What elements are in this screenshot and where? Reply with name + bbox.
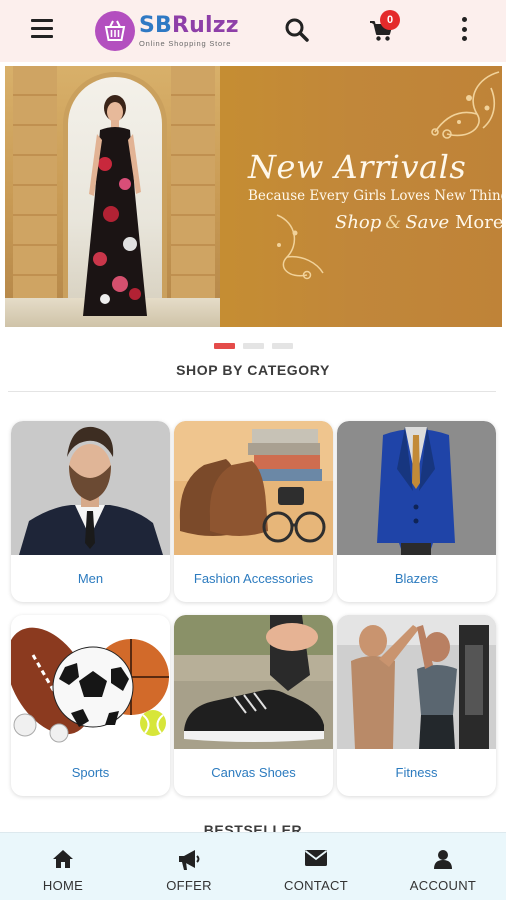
nav-item-offer[interactable]: OFFER: [126, 833, 252, 900]
category-label: Canvas Shoes: [211, 765, 296, 780]
slide-dot-3[interactable]: [272, 343, 293, 349]
category-image-blazers: [337, 421, 496, 555]
nav-item-contact[interactable]: CONTACT: [253, 833, 379, 900]
search-icon[interactable]: [284, 17, 310, 43]
category-image-men: [11, 421, 170, 555]
section-title-shop-by-category: SHOP BY CATEGORY: [176, 362, 330, 378]
app-header: SBRulzz Online Shopping Store 0: [0, 0, 506, 62]
nav-label: CONTACT: [284, 878, 348, 893]
model-figure: [83, 95, 147, 316]
category-image-canvas-shoes: [174, 615, 333, 749]
nav-item-account[interactable]: ACCOUNT: [380, 833, 506, 900]
category-card-fitness[interactable]: Fitness: [337, 615, 496, 796]
cart-count-badge: 0: [380, 10, 400, 30]
category-image-fitness: [337, 615, 496, 749]
category-image-fashion-accessories: [174, 421, 333, 555]
nav-label: HOME: [42, 878, 84, 893]
nav-label: OFFER: [166, 878, 212, 893]
category-label: Blazers: [394, 571, 439, 586]
more-vertical-icon[interactable]: [457, 17, 471, 41]
brand-tagline: Online Shopping Store: [139, 38, 232, 48]
banner-photo: [5, 66, 220, 327]
category-card-canvas-shoes[interactable]: Canvas Shoes: [174, 615, 333, 796]
promo-banner[interactable]: New Arrivals Because Every Girls Loves N…: [5, 66, 502, 327]
category-label: Men: [77, 571, 104, 586]
home-icon: [53, 850, 73, 868]
shopping-basket-icon: [95, 11, 135, 51]
category-image-sports: [11, 615, 170, 749]
category-card-men[interactable]: Men: [11, 421, 170, 602]
envelope-icon: [304, 850, 328, 866]
category-card-fashion-accessories[interactable]: Fashion Accessories: [174, 421, 333, 602]
slide-dot-1[interactable]: [214, 343, 235, 349]
nav-label: ACCOUNT: [409, 878, 477, 893]
floral-ornament-icon: [276, 214, 324, 280]
banner-subtitle: Because Every Girls Loves New Things: [248, 188, 502, 204]
category-label: Fitness: [395, 765, 438, 780]
category-card-blazers[interactable]: Blazers: [337, 421, 496, 602]
user-icon: [434, 850, 452, 869]
brand-logo[interactable]: SBRulzz Online Shopping Store: [95, 11, 239, 51]
megaphone-icon: [179, 850, 200, 870]
brand-name: SBRulzz: [139, 12, 239, 38]
category-card-sports[interactable]: Sports: [11, 615, 170, 796]
banner-title: New Arrivals: [248, 148, 467, 186]
banner-pagination: [214, 343, 293, 349]
category-label: Sports: [71, 765, 110, 780]
floral-ornament-icon: [431, 71, 500, 139]
hamburger-menu-icon[interactable]: [31, 19, 53, 39]
banner-cta: Shop & Save More: [335, 212, 502, 233]
nav-item-home[interactable]: HOME: [0, 833, 126, 900]
bottom-navigation: HOME OFFER CONTACT ACCOUNT: [0, 832, 506, 900]
slide-dot-2[interactable]: [243, 343, 264, 349]
section-divider: [8, 391, 496, 392]
category-label: Fashion Accessories: [193, 571, 314, 586]
